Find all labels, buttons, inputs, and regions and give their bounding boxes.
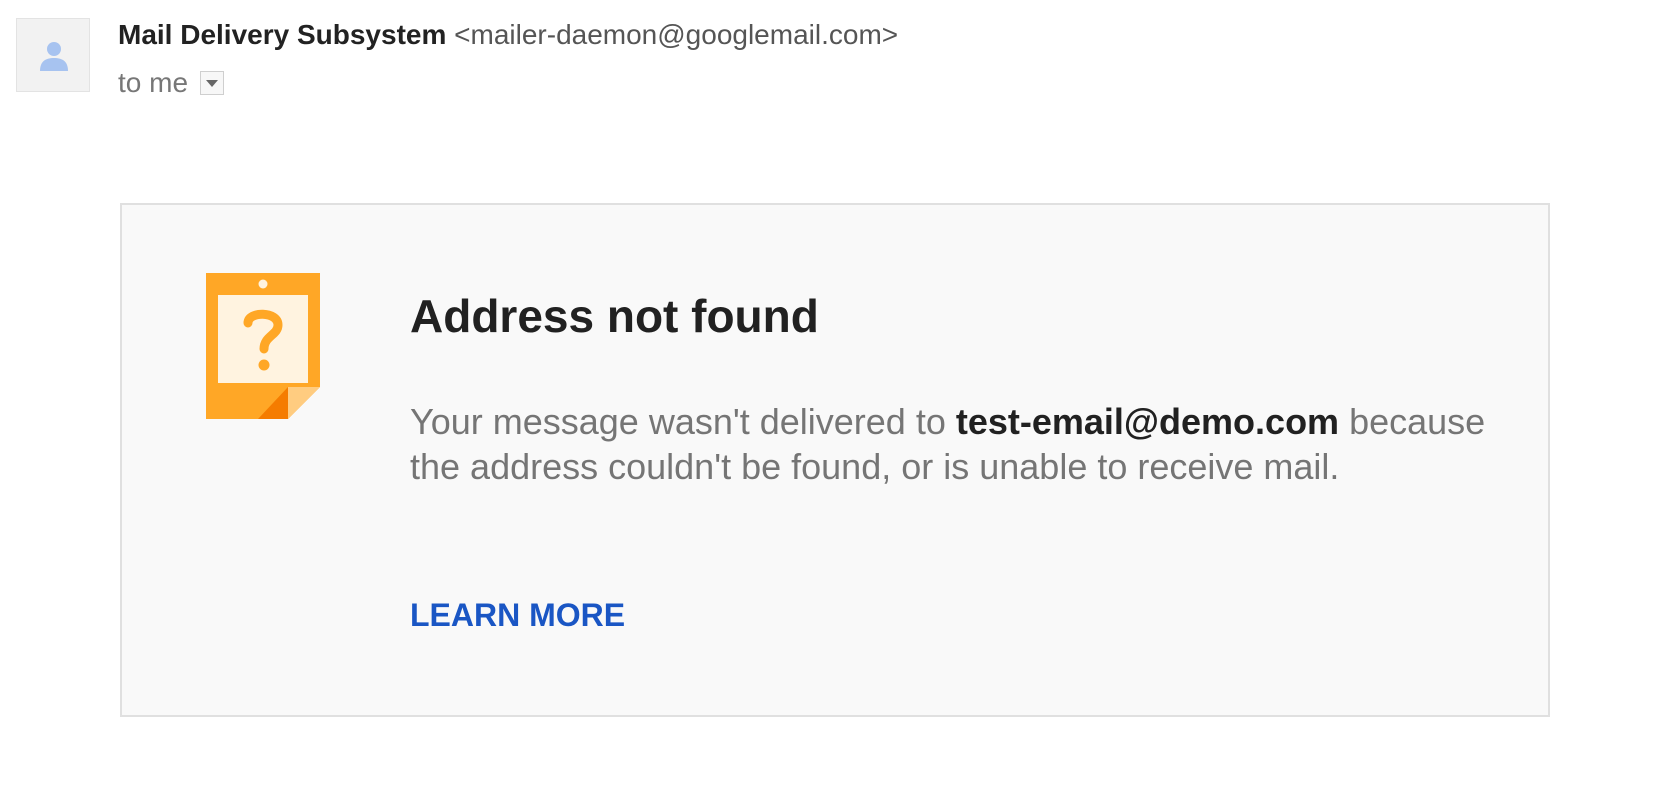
chevron-down-icon: [206, 80, 219, 87]
bounce-message: Your message wasn't delivered to test-em…: [410, 399, 1490, 489]
recipient-text: to me: [118, 67, 189, 98]
recipient-line: to me: [118, 66, 225, 100]
sender-avatar[interactable]: [16, 18, 90, 92]
recipient-address: test-email@demo.com: [955, 401, 1340, 442]
sender-email: <mailer-daemon@googlemail.com>: [454, 19, 899, 50]
bounce-title: Address not found: [410, 290, 819, 342]
sender-line: Mail Delivery Subsystem <mailer-daemon@g…: [118, 18, 898, 52]
learn-more-link[interactable]: LEARN MORE: [410, 595, 625, 635]
person-icon: [40, 42, 68, 71]
question-note-icon: [206, 273, 320, 419]
show-details-button[interactable]: [200, 71, 225, 95]
message-prefix: Your message wasn't delivered to: [410, 401, 956, 442]
sender-name[interactable]: Mail Delivery Subsystem: [118, 19, 446, 50]
email-message: Mail Delivery Subsystem <mailer-daemon@g…: [0, 0, 1669, 786]
bounce-card: Address not found Your message wasn't de…: [120, 203, 1550, 717]
